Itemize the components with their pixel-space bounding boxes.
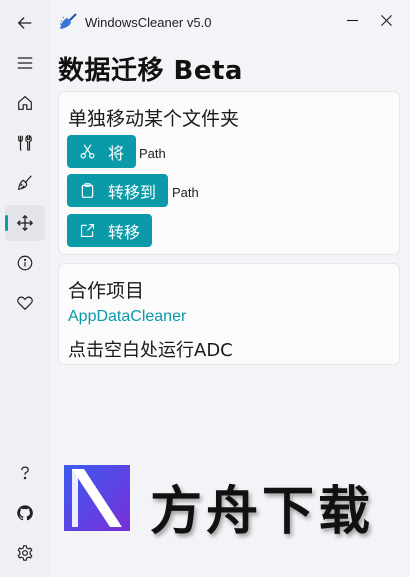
move-to-button-label: 转移到 (108, 182, 157, 202)
menu-toggle-button[interactable] (5, 45, 45, 81)
app-window: WindowsCleaner v5.0 数据迁移 Beta 单独移动某个文件夹 … (0, 0, 410, 577)
move-folder-title: 单独移动某个文件夹 (68, 108, 240, 130)
page-title: 数据迁移 Beta (58, 56, 243, 86)
active-indicator (5, 215, 8, 231)
sidebar-item-clean[interactable] (5, 165, 45, 201)
partner-title: 合作项目 (68, 280, 145, 302)
clipboard-icon (81, 183, 94, 198)
sidebar-item-tools[interactable] (5, 125, 45, 161)
gear-icon (17, 545, 33, 561)
sidebar-item-home[interactable] (5, 85, 45, 121)
sidebar-item-favorite[interactable] (5, 285, 45, 321)
cut-button[interactable]: 将 (67, 135, 137, 168)
github-button[interactable] (5, 495, 45, 531)
appdatacleaner-link[interactable]: AppDataCleaner (68, 308, 186, 326)
move-to-button[interactable]: 转移到 (67, 174, 169, 207)
sidebar (0, 0, 50, 577)
close-icon (380, 14, 392, 26)
hamburger-menu-icon (17, 57, 33, 69)
info-icon (17, 255, 33, 271)
target-path-label: Path (172, 185, 199, 200)
back-button[interactable] (5, 5, 45, 41)
run-adc-text: 点击空白处运行ADC (68, 340, 233, 361)
share-icon (80, 223, 95, 238)
migrate-button[interactable]: 转移 (67, 214, 153, 247)
home-icon (18, 95, 32, 110)
back-arrow-icon (17, 17, 32, 29)
move-folder-card: 单独移动某个文件夹 将 Path 转移到 Path 转移 (58, 91, 400, 255)
heart-icon (17, 296, 33, 311)
source-path-label: Path (139, 146, 166, 161)
watermark-logo (64, 465, 130, 531)
help-button[interactable] (5, 455, 45, 491)
github-icon (17, 505, 33, 521)
close-button[interactable] (374, 8, 398, 32)
minimize-icon (346, 19, 358, 21)
app-broom-icon (60, 13, 77, 29)
app-title: WindowsCleaner v5.0 (85, 15, 212, 30)
help-icon (21, 466, 29, 480)
migrate-button-label: 转移 (108, 222, 141, 242)
sidebar-item-migrate[interactable] (5, 205, 45, 241)
settings-button[interactable] (5, 535, 45, 571)
sidebar-item-about[interactable] (5, 245, 45, 281)
watermark: 方舟下载 (64, 463, 384, 542)
cut-icon (80, 144, 95, 159)
watermark-text: 方舟下载 (150, 482, 375, 542)
tools-icon (18, 134, 32, 151)
broom-icon (18, 175, 32, 190)
minimize-button[interactable] (340, 8, 364, 32)
title-bar: WindowsCleaner v5.0 (50, 0, 410, 46)
partner-card[interactable]: 合作项目 AppDataCleaner 点击空白处运行ADC (58, 263, 400, 365)
cut-button-label: 将 (108, 143, 125, 163)
move-arrows-icon (16, 214, 34, 232)
